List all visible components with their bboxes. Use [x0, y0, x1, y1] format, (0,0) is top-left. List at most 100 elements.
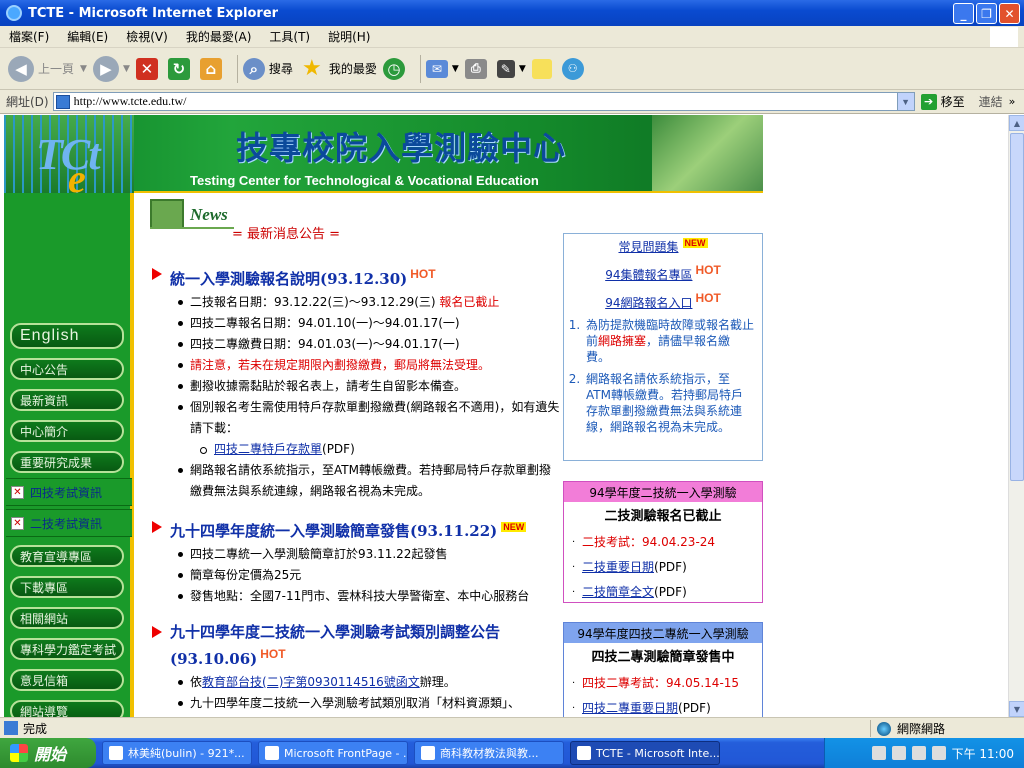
mail-icon: ✉ [425, 59, 448, 78]
taskbar-item-active[interactable]: TCTE - Microsoft Inte... [570, 741, 720, 765]
note-icon [531, 58, 552, 79]
scroll-thumb[interactable] [1010, 133, 1024, 481]
security-zone: 網際網路 [870, 720, 945, 737]
home-button[interactable]: ⌂ [199, 57, 226, 80]
new-badge: NEW [682, 238, 708, 248]
search-icon: ⌕ [242, 57, 265, 80]
vertical-scrollbar[interactable]: ▲ ▼ [1008, 115, 1024, 717]
red-triangle-icon [152, 521, 162, 533]
window-titlebar[interactable]: TCTE - Microsoft Internet Explorer _ ❐ ✕ [0, 0, 1024, 26]
menu-favorites[interactable]: 我的最愛(A) [177, 28, 261, 45]
box-header: 94學年度四技二專統一入學測驗 [564, 623, 762, 643]
windows-flag-icon [10, 744, 28, 762]
address-label: 網址(D) [6, 95, 49, 109]
sidebar-item-education[interactable]: 教育宣導專區 [10, 545, 124, 567]
sidebar-item-related-sites[interactable]: 相關網站 [10, 607, 124, 629]
menu-view[interactable]: 檢視(V) [117, 28, 177, 45]
print-button[interactable]: ⎙ [464, 58, 491, 79]
mail-dropdown-icon[interactable]: ▼ [452, 64, 459, 74]
list-item: · 二技簡章全文 (PDF) [564, 580, 762, 605]
frontpage-icon [265, 746, 279, 760]
forward-dropdown-icon[interactable]: ▼ [123, 64, 130, 74]
sidebar-item-latest-info[interactable]: 最新資訊 [10, 389, 124, 411]
menu-edit[interactable]: 編輯(E) [58, 28, 117, 45]
sidebar-item-feedback[interactable]: 意見信箱 [10, 669, 124, 691]
news-title[interactable]: 統一入學測驗報名說明(93.12.30) HOT [152, 263, 560, 290]
links-button[interactable]: 連結 [979, 93, 1003, 110]
sidebar-item-proficiency-exam[interactable]: 專科學力鑑定考試 [10, 638, 124, 660]
list-item: · 四技二專重要日期 (PDF) [564, 696, 762, 717]
edit-dropdown-icon[interactable]: ▼ [519, 64, 526, 74]
restore-button[interactable]: ❐ [976, 3, 997, 24]
tray-icon[interactable] [871, 746, 886, 760]
scroll-up-icon[interactable]: ▲ [1009, 115, 1024, 131]
clock[interactable]: 下午 11:00 [952, 745, 1014, 762]
messenger-button[interactable]: ⚇ [561, 57, 588, 80]
menu-help[interactable]: 說明(H) [319, 28, 379, 45]
news-title[interactable]: 九十四學年度二技統一入學測驗考試類別調整公告 (93.10.06) HOT [152, 621, 560, 670]
deposit-slip-link[interactable]: 四技二專特戶存款單 [214, 442, 322, 456]
page-viewport: TCt e 技專校院入學測驗中心 Testing Center for Tech… [0, 115, 1008, 717]
news-book-icon [150, 199, 184, 229]
sidebar-item-download[interactable]: 下載專區 [10, 576, 124, 598]
refresh-button[interactable]: ↻ [167, 57, 194, 80]
mail-button[interactable]: ✉ ▼ [425, 59, 459, 78]
address-dropdown-icon[interactable]: ▼ [896, 93, 914, 110]
news-section: 統一入學測驗報名說明(93.12.30) HOT 二技報名日期：93.12.22(… [152, 263, 560, 502]
group-registration-link[interactable]: 94集體報名專區 [605, 268, 692, 282]
document-icon [421, 746, 435, 760]
taskbar-item[interactable]: 林美純(bulin) - 921*... [102, 741, 252, 765]
sidebar-gold-edge [130, 193, 134, 717]
menu-tools[interactable]: 工具(T) [260, 28, 319, 45]
sidebar-item-4year-exam[interactable]: ✕ 四技考試資訊 [6, 478, 132, 506]
forward-arrow-icon: ▶ [92, 55, 119, 82]
forward-button[interactable]: ▶ ▼ [92, 55, 130, 82]
sidebar-item-announcements[interactable]: 中心公告 [10, 358, 124, 380]
list-item: · 二技重要日期 (PDF) [564, 555, 762, 580]
faq-box: 常見問題集NEW 94集體報名專區HOT 94網路報名入口HOT 為防提款機臨時… [563, 233, 763, 461]
online-registration-link[interactable]: 94網路報名入口 [605, 296, 692, 310]
list-item: 劃撥收據需黏貼於報名表上，請考生自留影本備查。 [176, 376, 560, 397]
notes-button[interactable] [531, 58, 556, 79]
start-button[interactable]: 開始 [0, 738, 96, 768]
sidebar-item-english[interactable]: English [10, 323, 124, 349]
status-text: 完成 [23, 721, 48, 736]
favorites-button[interactable]: ★ 我的最愛 [299, 56, 377, 82]
search-button[interactable]: ⌕ 搜尋 [242, 57, 293, 80]
scroll-down-icon[interactable]: ▼ [1009, 701, 1024, 717]
taskbar-item[interactable]: Microsoft FrontPage - ... [258, 741, 408, 765]
sidebar-item-about[interactable]: 中心簡介 [10, 420, 124, 442]
two-year-dates-link[interactable]: 二技重要日期 [582, 555, 654, 580]
tray-icon[interactable] [891, 746, 906, 760]
sidebar-item-2year-exam[interactable]: ✕ 二技考試資訊 [6, 509, 132, 537]
box-subtitle: 四技二專測驗簡章發售中 [591, 650, 735, 665]
home-icon: ⌂ [199, 57, 222, 80]
address-input[interactable] [73, 94, 897, 109]
news-title[interactable]: 九十四學年度統一入學測驗簡章發售(93.11.22) NEW [152, 516, 560, 542]
four-year-dates-link[interactable]: 四技二專重要日期 [582, 696, 678, 717]
window-title: TCTE - Microsoft Internet Explorer [28, 5, 279, 21]
red-triangle-icon [152, 626, 162, 638]
back-dropdown-icon[interactable]: ▼ [80, 64, 87, 74]
go-button[interactable]: ➔ 移至 [920, 93, 965, 110]
close-button[interactable]: ✕ [999, 3, 1020, 24]
back-button[interactable]: ◀ 上一頁 ▼ [8, 55, 87, 82]
sidebar-item-sitemap[interactable]: 網站導覽 [10, 700, 124, 717]
tray-icon[interactable] [931, 746, 946, 760]
faq-link[interactable]: 常見問題集 [618, 240, 678, 254]
tray-icon[interactable] [911, 746, 926, 760]
stop-button[interactable]: ✕ [135, 57, 162, 80]
moe-letter-link[interactable]: 教育部台技(二)字第0930114516號函文 [202, 675, 420, 689]
two-year-brochure-link[interactable]: 二技簡章全文 [582, 580, 654, 605]
sidebar-item-research[interactable]: 重要研究成果 [10, 451, 124, 473]
toolbar: ◀ 上一頁 ▼ ▶ ▼ ✕ ↻ ⌂ ⌕ 搜尋 ★ 我的最愛 ◷ ✉ ▼ ⎙ ✎ … [0, 48, 1024, 90]
menu-file[interactable]: 檔案(F) [0, 28, 58, 45]
history-button[interactable]: ◷ [382, 57, 409, 80]
edit-button[interactable]: ✎ ▼ [496, 59, 526, 78]
latest-news-heading: = 最新消息公告 = [232, 227, 341, 242]
address-box[interactable]: ▼ [52, 92, 915, 111]
messenger-icon [109, 746, 123, 760]
links-chevron-icon[interactable]: » [1009, 95, 1016, 108]
taskbar-item[interactable]: 商科教材教法與教... [414, 741, 564, 765]
minimize-button[interactable]: _ [953, 3, 974, 24]
